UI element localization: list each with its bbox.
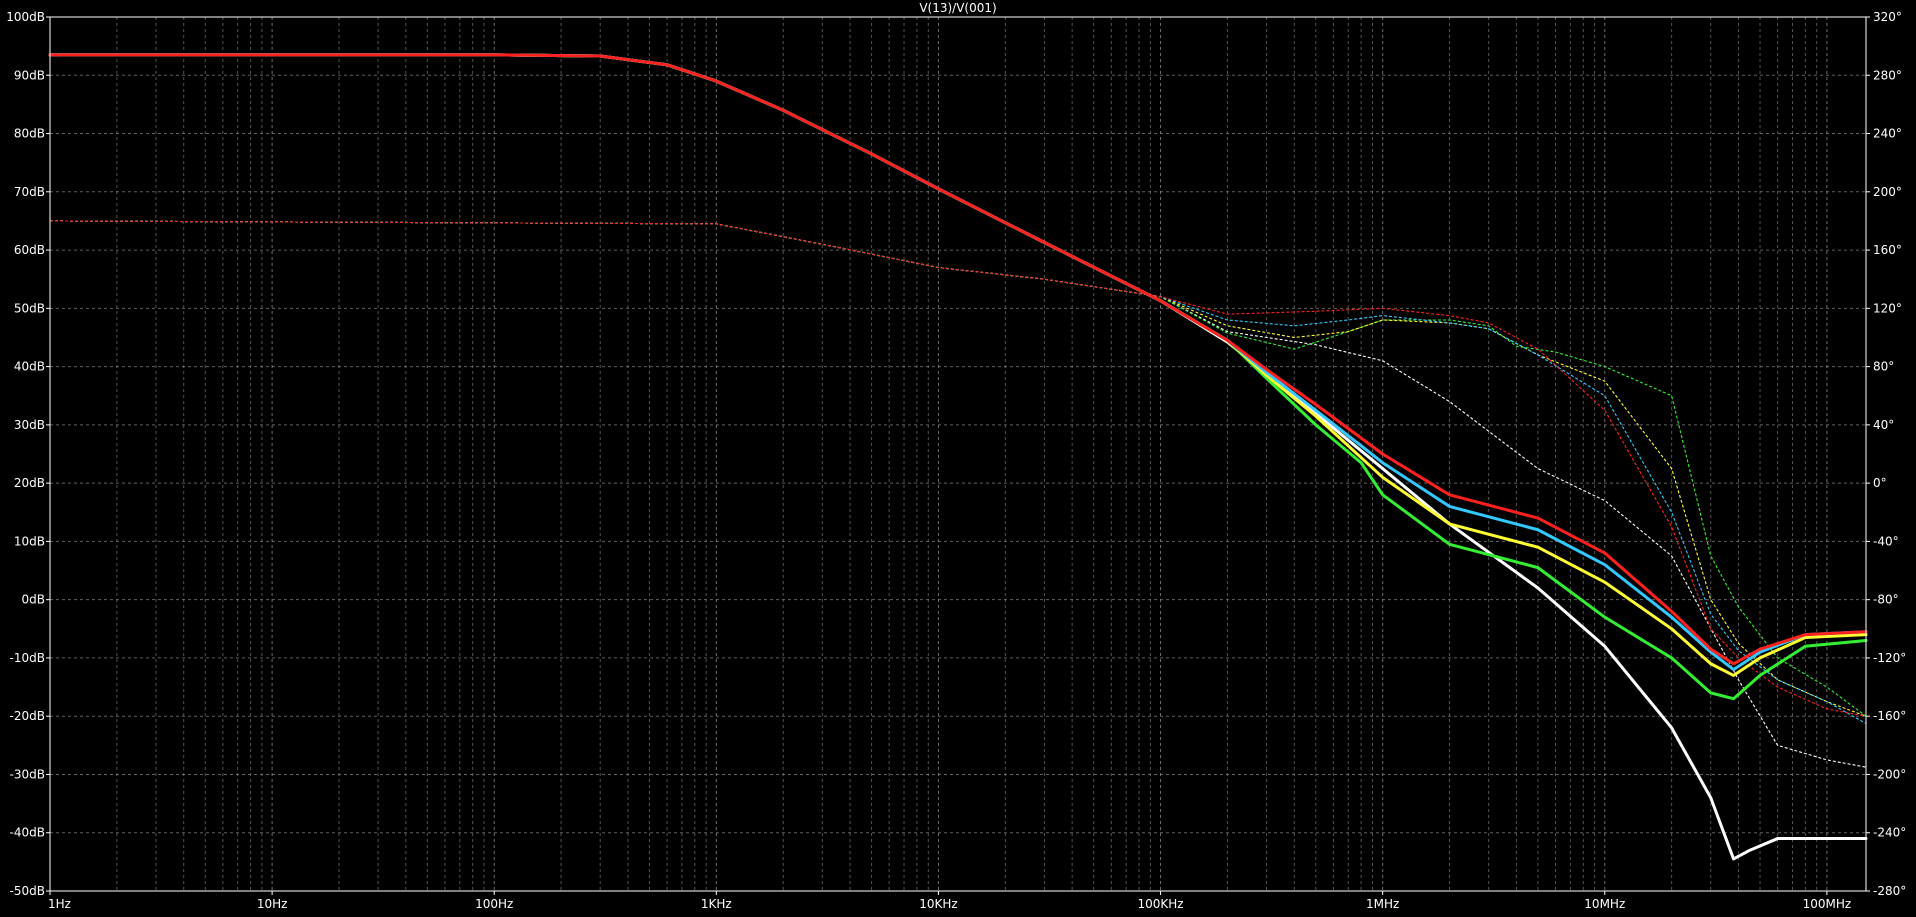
x-tick-label: 1KHz [701,897,732,911]
x-tick-label: 100Hz [475,897,513,911]
left-tick-label: 20dB [14,476,45,490]
left-tick-label: -20dB [10,709,45,723]
left-tick-label: -40dB [10,826,45,840]
left-tick-label: 80dB [14,127,45,141]
right-tick-label: 160° [1873,243,1902,257]
x-tick-label: 1MHz [1366,897,1399,911]
chart-title: V(13)/V(001) [919,1,996,15]
bode-plot: V(13)/V(001) 100dB 90dB 80dB 70dB 60dB 50dB 40… [0,0,1916,917]
x-tick-label: 10Hz [257,897,288,911]
right-tick-label: -200° [1873,767,1906,781]
left-tick-label: -50dB [10,884,45,898]
left-tick-label: 30dB [14,418,45,432]
left-tick-label: 40dB [14,360,45,374]
left-tick-label: -10dB [10,651,45,665]
right-tick-label: 240° [1873,127,1902,141]
right-tick-label: 80° [1873,360,1894,374]
right-tick-label: 280° [1873,68,1902,82]
left-tick-label: 100dB [6,10,45,24]
x-tick-label: 10MHz [1584,897,1625,911]
x-tick-label: 10KHz [919,897,957,911]
x-tick-label: 100KHz [1138,897,1184,911]
right-tick-label: -160° [1873,709,1906,723]
left-tick-label: 50dB [14,301,45,315]
right-tick-label: -80° [1873,593,1899,607]
left-tick-label: 0dB [22,593,45,607]
left-tick-label: -30dB [10,767,45,781]
right-tick-label: -240° [1873,826,1906,840]
left-tick-label: 70dB [14,185,45,199]
left-tick-label: 60dB [14,243,45,257]
right-tick-label: -280° [1873,884,1906,898]
left-tick-label: 90dB [14,68,45,82]
right-tick-label: 320° [1873,10,1902,24]
plot-background [0,0,1916,917]
right-tick-label: -120° [1873,651,1906,665]
right-tick-label: -40° [1873,534,1899,548]
x-tick-label: 1Hz [48,897,71,911]
right-tick-label: 120° [1873,301,1902,315]
right-tick-label: 200° [1873,185,1902,199]
right-tick-label: 0° [1873,476,1887,490]
left-tick-label: 10dB [14,534,45,548]
x-tick-label: 100MHz [1803,897,1852,911]
right-tick-label: 40° [1873,418,1894,432]
